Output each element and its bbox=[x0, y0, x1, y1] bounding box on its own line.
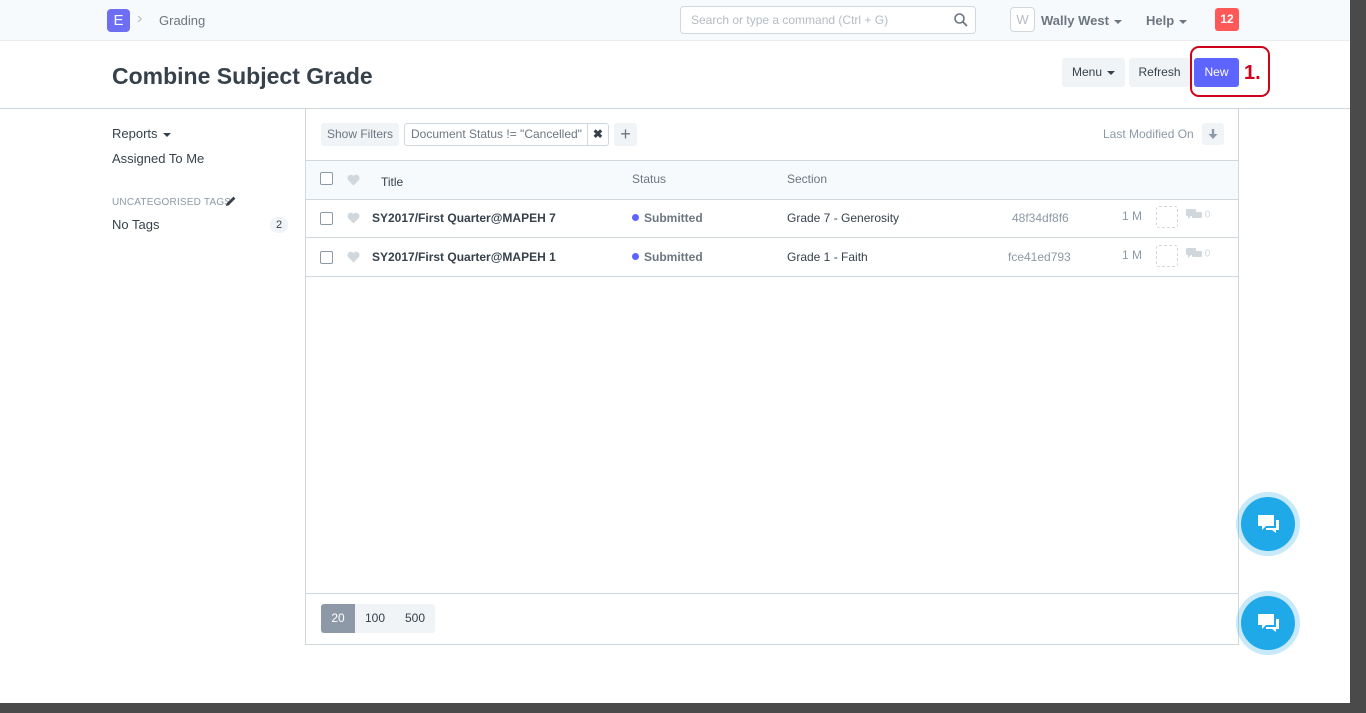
status-label: Submitted bbox=[644, 250, 703, 264]
status-indicator: Submitted bbox=[632, 211, 703, 225]
row-modified: 1 M bbox=[1122, 248, 1143, 262]
select-all-checkbox[interactable] bbox=[320, 172, 333, 185]
filter-tag[interactable]: Document Status != "Cancelled" ✖ bbox=[404, 123, 609, 146]
show-filters-button[interactable]: Show Filters bbox=[321, 123, 400, 146]
assign-placeholder[interactable] bbox=[1156, 206, 1178, 228]
list-row[interactable]: SY2017/First Quarter@MAPEH 1 Submitted G… bbox=[306, 238, 1238, 277]
column-status: Status bbox=[632, 172, 667, 186]
heart-icon[interactable] bbox=[347, 173, 360, 191]
avatar[interactable]: W bbox=[1010, 7, 1035, 32]
heart-icon[interactable] bbox=[347, 211, 360, 229]
page-header: Combine Subject Grade Menu Refresh New 1… bbox=[0, 41, 1350, 109]
search-box bbox=[680, 6, 976, 34]
caret-down-icon bbox=[162, 132, 171, 137]
row-section: Grade 1 - Faith bbox=[787, 250, 868, 264]
refresh-button[interactable]: Refresh bbox=[1129, 58, 1190, 87]
list-view: Show Filters Document Status != "Cancell… bbox=[305, 109, 1239, 645]
row-checkbox[interactable] bbox=[320, 212, 333, 225]
navbar: E › Grading W Wally West Help 12 bbox=[0, 0, 1350, 41]
status-dot-icon bbox=[632, 253, 639, 261]
row-name[interactable]: 48f34df8f6 bbox=[1012, 211, 1069, 225]
heart-icon[interactable] bbox=[347, 250, 360, 268]
menu-button[interactable]: Menu bbox=[1062, 58, 1125, 87]
chat-button-secondary[interactable] bbox=[1241, 596, 1295, 650]
reports-label: Reports bbox=[112, 126, 158, 141]
status-dot-icon bbox=[632, 214, 639, 222]
arrow-down-icon bbox=[1208, 129, 1218, 139]
filter-bar: Show Filters Document Status != "Cancell… bbox=[306, 109, 1238, 160]
status-label: Submitted bbox=[644, 211, 703, 225]
column-section: Section bbox=[787, 172, 828, 186]
caret-down-icon bbox=[1179, 19, 1188, 24]
app-window: E › Grading W Wally West Help 12 Combine… bbox=[0, 0, 1350, 703]
row-name[interactable]: fce41ed793 bbox=[1008, 250, 1071, 264]
status-indicator: Submitted bbox=[632, 250, 703, 264]
page-title: Combine Subject Grade bbox=[112, 63, 373, 89]
comment-count-label: 0 bbox=[1204, 248, 1211, 260]
caret-down-icon bbox=[1113, 19, 1122, 24]
tags-heading: UNCATEGORISED TAGS bbox=[112, 197, 232, 208]
remove-filter-icon[interactable]: ✖ bbox=[588, 124, 608, 145]
caret-down-icon bbox=[1107, 70, 1116, 75]
sidebar-item-reports[interactable]: Reports bbox=[112, 126, 171, 141]
sort-order-button[interactable] bbox=[1202, 123, 1224, 145]
row-title-link[interactable]: SY2017/First Quarter@MAPEH 7 bbox=[372, 211, 556, 225]
column-title: Title bbox=[381, 175, 404, 189]
comment-count[interactable]: 0 bbox=[1186, 248, 1210, 260]
comment-count[interactable]: 0 bbox=[1186, 209, 1210, 221]
sidebar-item-no-tags[interactable]: No Tags bbox=[112, 217, 159, 232]
chevron-right-icon: › bbox=[137, 10, 143, 27]
help-label: Help bbox=[1146, 13, 1175, 28]
search-input[interactable] bbox=[681, 7, 961, 33]
page-length-20-button[interactable]: 20 bbox=[321, 604, 355, 633]
annotation-step-label: 1. bbox=[1244, 62, 1261, 84]
comment-icon bbox=[1186, 209, 1202, 219]
help-menu[interactable]: Help bbox=[1146, 13, 1188, 28]
assign-placeholder[interactable] bbox=[1156, 245, 1178, 267]
breadcrumb[interactable]: Grading bbox=[159, 13, 205, 28]
row-section: Grade 7 - Generosity bbox=[787, 211, 900, 225]
list-header: Title Status Section bbox=[306, 160, 1238, 200]
user-menu[interactable]: Wally West bbox=[1041, 13, 1122, 28]
chat-icon bbox=[1258, 515, 1279, 533]
filter-tag-label[interactable]: Document Status != "Cancelled" bbox=[405, 124, 588, 145]
tag-count-badge: 2 bbox=[270, 217, 288, 233]
chat-button[interactable] bbox=[1241, 497, 1295, 551]
row-modified: 1 M bbox=[1122, 209, 1143, 223]
add-filter-button[interactable]: + bbox=[614, 123, 637, 146]
page-length-selector: 20 100 500 bbox=[321, 604, 435, 633]
sidebar-item-assigned-to-me[interactable]: Assigned To Me bbox=[112, 151, 204, 166]
menu-label: Menu bbox=[1071, 65, 1103, 79]
chat-icon bbox=[1258, 614, 1279, 632]
page-length-500-button[interactable]: 500 bbox=[395, 604, 435, 633]
user-name: Wally West bbox=[1041, 13, 1109, 28]
row-checkbox[interactable] bbox=[320, 251, 333, 264]
list-row[interactable]: SY2017/First Quarter@MAPEH 7 Submitted G… bbox=[306, 199, 1238, 238]
paging-bar: 20 100 500 bbox=[306, 593, 1238, 644]
search-icon[interactable] bbox=[953, 12, 969, 33]
sort-selector[interactable]: Last Modified On bbox=[1103, 127, 1194, 141]
pencil-icon[interactable] bbox=[225, 194, 237, 212]
notification-badge[interactable]: 12 bbox=[1215, 8, 1239, 31]
page-length-100-button[interactable]: 100 bbox=[355, 604, 395, 633]
row-title-link[interactable]: SY2017/First Quarter@MAPEH 1 bbox=[372, 250, 556, 264]
comment-count-label: 0 bbox=[1204, 209, 1211, 221]
app-logo[interactable]: E bbox=[107, 9, 130, 32]
comment-icon bbox=[1186, 248, 1202, 258]
